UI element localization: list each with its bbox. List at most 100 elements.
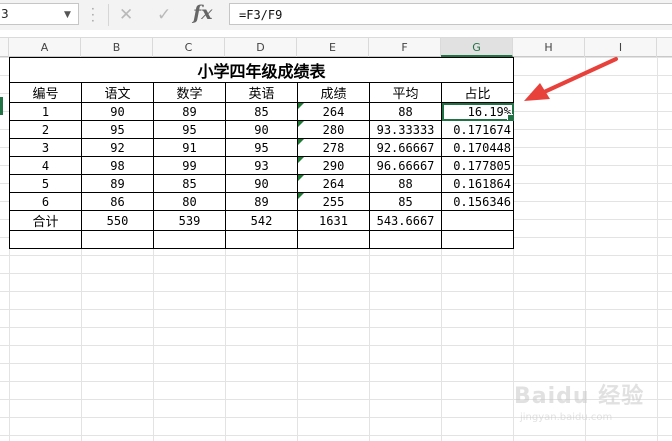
table-cell[interactable]: 93.33333 (369, 120, 442, 139)
table-cell[interactable]: 550 (81, 210, 154, 231)
error-indicator-icon (298, 193, 304, 199)
cell-value: 280 (322, 122, 345, 137)
table-cell[interactable]: 6 (9, 192, 82, 211)
table-cell[interactable]: 88 (369, 174, 442, 193)
table-cell[interactable]: 0.156346 (441, 192, 514, 211)
table-cell[interactable]: 86 (81, 192, 154, 211)
name-box[interactable]: 3 ▼ (0, 3, 79, 25)
table-cell[interactable]: 92 (81, 138, 154, 157)
table-cell[interactable]: 95 (153, 120, 226, 139)
header-cell[interactable]: 数学 (153, 82, 226, 103)
table-cell[interactable] (81, 230, 154, 249)
more-options-icon[interactable]: · · · (91, 3, 95, 27)
column-header-c[interactable]: C (153, 38, 225, 57)
table-cell[interactable]: 539 (153, 210, 226, 231)
column-header-g[interactable]: G (441, 38, 513, 57)
table-cell[interactable]: 2 (9, 120, 82, 139)
insert-function-icon[interactable]: fx (193, 2, 213, 24)
table-row: 3 92 91 95 278 92.66667 0.170448 (9, 138, 514, 157)
active-row-indicator (0, 97, 3, 115)
column-header-d[interactable]: D (225, 38, 297, 57)
baidu-watermark: Baidu 经验 jingyan.baidu.com (514, 370, 664, 432)
header-cell[interactable]: 编号 (9, 82, 82, 103)
table-cell[interactable] (441, 230, 514, 249)
table-cell[interactable]: 90 (81, 102, 154, 121)
table-row: 1 90 89 85 264 88 16.19% (9, 102, 514, 121)
table-cell[interactable]: 95 (225, 138, 298, 157)
table-cell[interactable]: 88 (369, 102, 442, 121)
table-cell[interactable]: 0.171674 (441, 120, 514, 139)
totals-row: 合计 550 539 542 1631 543.6667 (9, 210, 514, 231)
table-cell[interactable]: 90 (225, 120, 298, 139)
table-row: 5 89 85 90 264 88 0.161864 (9, 174, 514, 193)
table-cell[interactable] (9, 230, 82, 249)
table-cell[interactable]: 3 (9, 138, 82, 157)
name-box-value: 3 (1, 7, 9, 21)
table-cell[interactable]: 264 (297, 102, 370, 121)
table-cell[interactable]: 278 (297, 138, 370, 157)
column-header-f[interactable]: F (369, 38, 441, 57)
table-cell[interactable]: 5 (9, 174, 82, 193)
table-cell[interactable]: 1 (9, 102, 82, 121)
column-header-a[interactable]: A (9, 38, 81, 57)
table-cell[interactable] (441, 210, 514, 231)
table-cell[interactable] (297, 230, 370, 249)
formula-text: =F3/F9 (239, 8, 283, 22)
table-cell[interactable]: 96.66667 (369, 156, 442, 175)
table-cell[interactable]: 0.161864 (441, 174, 514, 193)
cell-value: 264 (322, 176, 345, 191)
table-cell[interactable]: 93 (225, 156, 298, 175)
table-cell[interactable]: 90 (225, 174, 298, 193)
table-cell[interactable]: 85 (225, 102, 298, 121)
column-header-b[interactable]: B (81, 38, 153, 57)
table-cell[interactable]: 89 (153, 102, 226, 121)
table-cell[interactable]: 0.170448 (441, 138, 514, 157)
table-cell[interactable] (153, 230, 226, 249)
formula-input[interactable]: =F3/F9 (229, 3, 672, 25)
table-cell[interactable]: 543.6667 (369, 210, 442, 231)
table-cell[interactable]: 85 (369, 192, 442, 211)
header-cell[interactable]: 语文 (81, 82, 154, 103)
table-cell[interactable]: 264 (297, 174, 370, 193)
header-cell[interactable]: 占比 (441, 82, 514, 103)
error-indicator-icon (298, 157, 304, 163)
error-indicator-icon (298, 175, 304, 181)
watermark-url: jingyan.baidu.com (520, 412, 613, 423)
header-cell[interactable]: 成绩 (297, 82, 370, 103)
table-cell[interactable]: 92.66667 (369, 138, 442, 157)
cancel-icon[interactable]: ✕ (119, 5, 133, 25)
chevron-down-icon[interactable]: ▼ (64, 10, 71, 20)
table-cell[interactable]: 89 (225, 192, 298, 211)
totals-label[interactable]: 合计 (9, 210, 82, 231)
table-cell[interactable]: 255 (297, 192, 370, 211)
table-cell[interactable]: 91 (153, 138, 226, 157)
table-cell[interactable]: 4 (9, 156, 82, 175)
column-header-e[interactable]: E (297, 38, 369, 57)
cell-value: 278 (322, 140, 345, 155)
error-indicator-icon (298, 139, 304, 145)
error-indicator-icon (298, 121, 304, 127)
table-cell[interactable]: 99 (153, 156, 226, 175)
table-cell[interactable]: 95 (81, 120, 154, 139)
table-cell[interactable] (225, 230, 298, 249)
cell-value: 16.19% (467, 104, 511, 119)
table-cell[interactable]: 1631 (297, 210, 370, 231)
table-cell[interactable]: 98 (81, 156, 154, 175)
table-cell[interactable]: 0.177805 (441, 156, 514, 175)
table-cell[interactable]: 80 (153, 192, 226, 211)
table-cell[interactable]: 290 (297, 156, 370, 175)
column-header-bar: A B C D E F G H I (0, 37, 672, 57)
header-cell[interactable]: 英语 (225, 82, 298, 103)
error-indicator-icon (298, 103, 304, 109)
header-cell[interactable]: 平均 (369, 82, 442, 103)
table-cell[interactable]: 542 (225, 210, 298, 231)
table-cell[interactable]: 280 (297, 120, 370, 139)
table-title[interactable]: 小学四年级成绩表 (9, 57, 514, 83)
divider (108, 4, 109, 26)
table-cell[interactable]: 89 (81, 174, 154, 193)
select-all-corner[interactable] (0, 38, 9, 57)
table-cell[interactable]: 85 (153, 174, 226, 193)
table-cell[interactable] (369, 230, 442, 249)
selected-cell[interactable]: 16.19% (441, 102, 514, 121)
enter-icon[interactable]: ✓ (157, 5, 171, 25)
